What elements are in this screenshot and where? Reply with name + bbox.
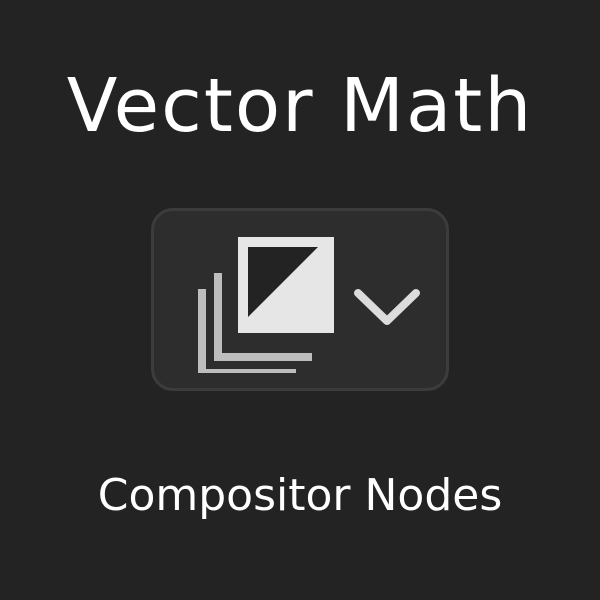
chevron-down-icon: [354, 289, 420, 325]
image-editor-icon: [198, 237, 334, 373]
editor-type-button[interactable]: [151, 208, 449, 391]
page-subtitle: Compositor Nodes: [97, 470, 503, 521]
page-title: Vector Math: [66, 63, 534, 149]
